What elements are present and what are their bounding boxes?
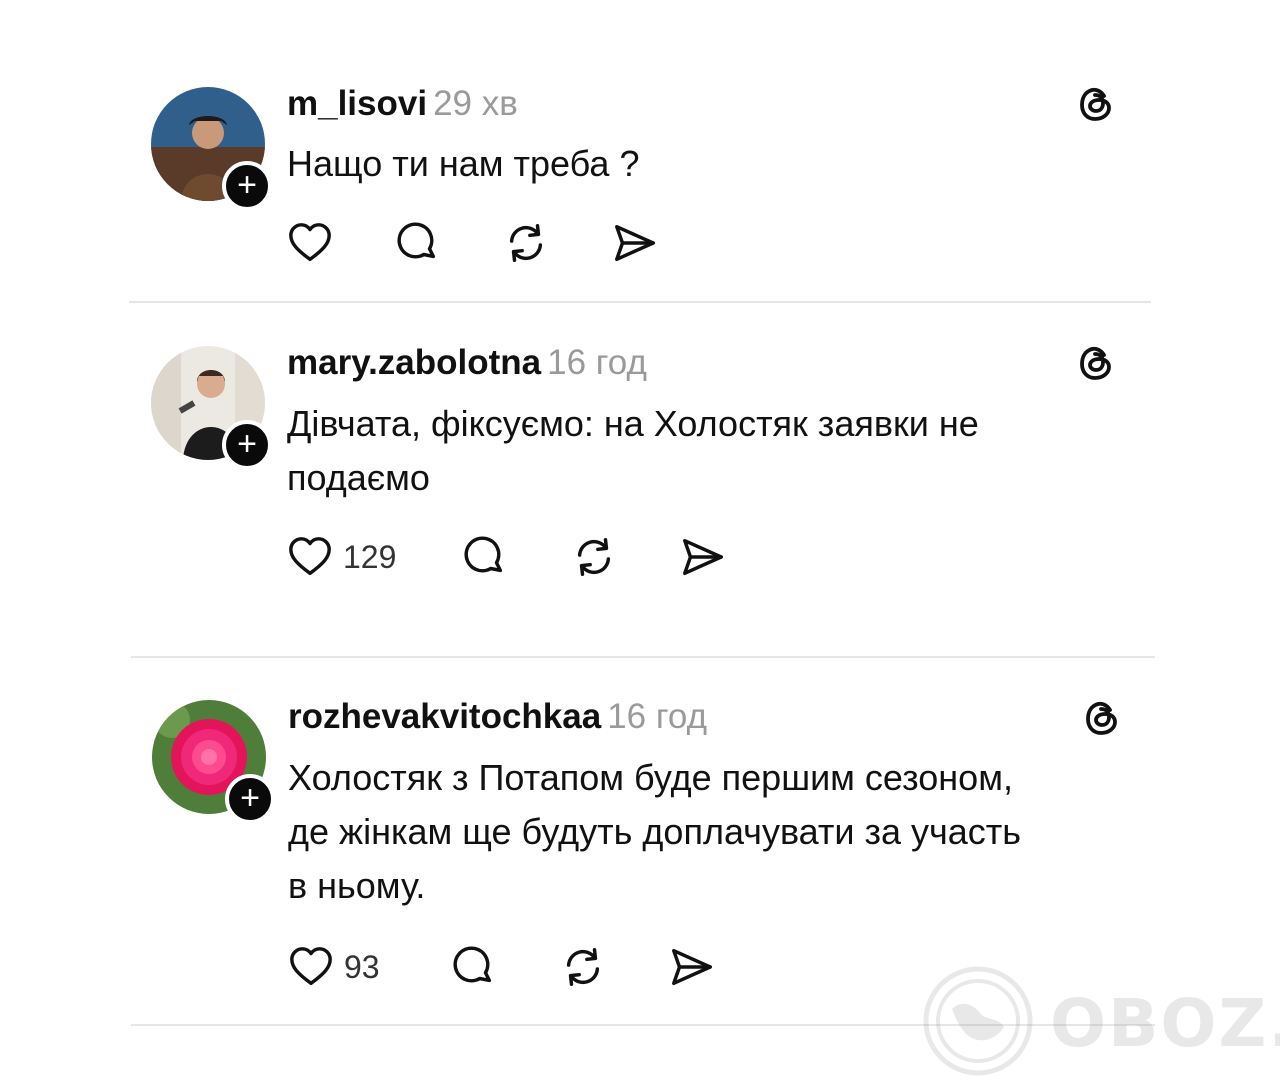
threads-logo-icon[interactable] bbox=[1076, 84, 1116, 124]
post-time: 16 год bbox=[607, 697, 707, 736]
share-icon bbox=[611, 220, 657, 266]
post-text: Холостяк з Потапом буде першим сезоном, … bbox=[288, 757, 1022, 906]
repost-icon bbox=[560, 944, 606, 990]
divider bbox=[129, 301, 1151, 303]
follow-button[interactable]: + bbox=[222, 420, 272, 470]
repost-button[interactable] bbox=[503, 219, 549, 267]
share-icon bbox=[679, 534, 725, 580]
comment-icon bbox=[395, 220, 441, 266]
post-time: 29 хв bbox=[433, 84, 518, 123]
repost-button[interactable] bbox=[571, 533, 617, 581]
like-count: 129 bbox=[343, 538, 397, 575]
watermark: OBOZ.UA bbox=[922, 965, 1280, 1077]
share-button[interactable] bbox=[611, 219, 657, 267]
post-header: mary.zabolotna 16 год bbox=[287, 343, 647, 383]
username[interactable]: rozhevakvitochkaa bbox=[288, 697, 601, 736]
username[interactable]: m_lisovi bbox=[287, 84, 427, 123]
post-text: Нащо ти нам треба ? bbox=[287, 143, 640, 184]
heart-icon bbox=[287, 534, 333, 580]
comment-button[interactable] bbox=[395, 219, 441, 267]
comment-icon bbox=[451, 944, 497, 990]
post-header: rozhevakvitochkaa 16 год bbox=[288, 697, 707, 737]
like-button[interactable]: 93 bbox=[288, 943, 380, 991]
post-text: Дівчата, фіксуємо: на Холостяк заявки не… bbox=[287, 403, 979, 498]
share-icon bbox=[668, 944, 714, 990]
username[interactable]: mary.zabolotna bbox=[287, 343, 541, 382]
threads-logo-icon[interactable] bbox=[1076, 343, 1116, 383]
repost-icon bbox=[571, 534, 617, 580]
divider bbox=[131, 656, 1155, 658]
comment-button[interactable] bbox=[462, 533, 508, 581]
follow-button[interactable]: + bbox=[222, 161, 272, 211]
post-header: m_lisovi 29 хв bbox=[287, 84, 518, 124]
post-time: 16 год bbox=[547, 343, 647, 382]
globe-icon bbox=[923, 966, 1033, 1076]
follow-button[interactable]: + bbox=[225, 774, 275, 824]
comment-button[interactable] bbox=[451, 943, 497, 991]
heart-icon bbox=[288, 944, 334, 990]
heart-icon bbox=[287, 220, 333, 266]
repost-button[interactable] bbox=[560, 943, 606, 991]
like-button[interactable]: 129 bbox=[287, 533, 396, 581]
repost-icon bbox=[503, 220, 549, 266]
like-count: 93 bbox=[344, 948, 380, 985]
like-button[interactable] bbox=[287, 219, 333, 267]
share-button[interactable] bbox=[668, 943, 714, 991]
comment-icon bbox=[462, 534, 508, 580]
watermark-text: OBOZ.UA bbox=[1050, 985, 1280, 1062]
threads-logo-icon[interactable] bbox=[1082, 698, 1122, 738]
share-button[interactable] bbox=[679, 533, 725, 581]
